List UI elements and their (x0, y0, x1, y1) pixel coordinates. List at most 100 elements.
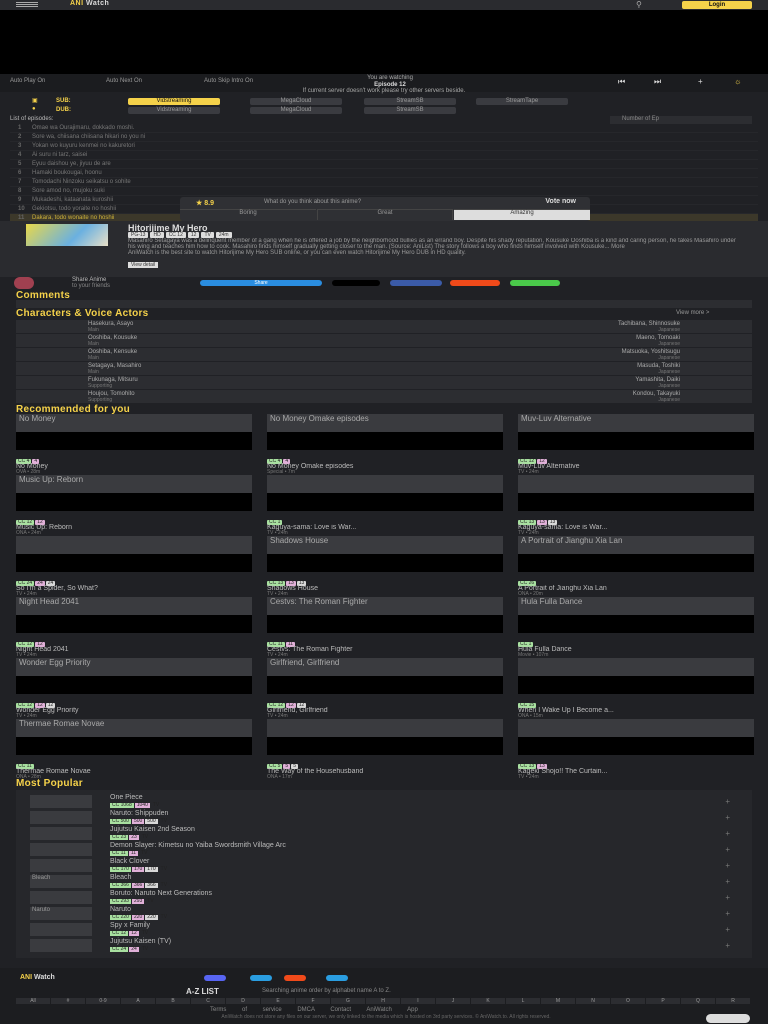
anime-card[interactable]: CC 13 13 13 Kaguya-sama: Love is War... TV •… (518, 475, 754, 536)
add-icon[interactable]: + (725, 925, 730, 934)
comments-box[interactable] (16, 300, 752, 308)
anime-card-title[interactable]: No Money (16, 463, 252, 470)
popular-thumbnail[interactable] (30, 811, 92, 824)
az-letter-button[interactable]: K (471, 998, 505, 1004)
popular-item[interactable]: Jujutsu Kaisen (TV) CC 24 24 TV + (30, 938, 730, 954)
add-list-icon[interactable]: + (698, 77, 703, 86)
anime-card-title[interactable]: Kaguya-sama: Love is War... (518, 524, 754, 531)
anime-card-title[interactable]: No Money Omake episodes (267, 463, 503, 470)
az-letter-button[interactable]: F (296, 998, 330, 1004)
anime-card-title[interactable]: When I Wake Up I Become a... (518, 707, 754, 714)
az-letter-button[interactable]: L (506, 998, 540, 1004)
popular-title[interactable]: One Piece (110, 794, 143, 801)
anime-card-thumbnail[interactable]: Shadows House (267, 536, 503, 572)
anime-card-thumbnail[interactable]: Night Head 2041 (16, 597, 252, 633)
popular-title[interactable]: Naruto: Shippuden (110, 810, 168, 817)
episode-item[interactable]: 2 Sore wa, chiisana chiisana hikari no yo… (10, 133, 758, 142)
popular-item[interactable]: Bleach Bleach CC 366 366 366 TV + (30, 874, 730, 890)
anime-card-thumbnail[interactable]: Girlfriend, Girlfriend (267, 658, 503, 694)
az-letter-button[interactable]: J (436, 998, 470, 1004)
popular-title[interactable]: Boruto: Naruto Next Generations (110, 890, 212, 897)
anime-card-title[interactable]: Music Up: Reborn (16, 524, 252, 531)
popular-thumbnail[interactable] (30, 923, 92, 936)
light-icon[interactable]: ☼ (734, 77, 741, 86)
character-row[interactable]: Fukunaga, Mitsuru Supporting Yamashita, Da… (16, 376, 752, 389)
footer-links[interactable]: Terms of service DMCA Contact AniWatch A… (210, 1007, 418, 1013)
server-button[interactable]: Vidstreaming (128, 107, 220, 114)
popular-item[interactable]: Boruto: Naruto Next Generations CC 293 293… (30, 890, 730, 906)
az-letter-button[interactable]: P (646, 998, 680, 1004)
anime-card-title[interactable]: The Way of the Househusband (267, 768, 503, 775)
anime-card-title[interactable]: Wonder Egg Priority (16, 707, 252, 714)
popular-title[interactable]: Spy x Family (110, 922, 150, 929)
az-letter-button[interactable]: O (611, 998, 645, 1004)
anime-card[interactable]: Girlfriend, Girlfriend CC 12 12 12 Girlfrien… (267, 658, 503, 719)
telegram-icon[interactable] (250, 975, 272, 981)
popular-title[interactable]: Naruto (110, 906, 131, 913)
anime-card[interactable]: Muv-Luv Alternative CC 12 12 Muv-Luv Altern… (518, 414, 754, 475)
anime-card-title[interactable]: Kageki Shojo!! The Curtain... (518, 768, 754, 775)
anime-card-thumbnail[interactable]: No Money Omake episodes (267, 414, 503, 450)
popular-title[interactable]: Black Clover (110, 858, 149, 865)
popular-item[interactable]: Jujutsu Kaisen 2nd Season CC 23 23 TV + (30, 826, 730, 842)
login-button[interactable]: Login (682, 1, 752, 9)
anime-card-thumbnail[interactable]: No Money (16, 414, 252, 450)
popular-item[interactable]: Demon Slayer: Kimetsu no Yaiba Swordsmit… (30, 842, 730, 858)
next-icon[interactable]: ⏭ (654, 77, 661, 87)
reddit-share-button[interactable] (450, 280, 500, 286)
anime-card[interactable]: No Money CC 4 4 No Money OVA • 28m (16, 414, 252, 475)
episode-item[interactable]: 3 Yokan wo kuyuru kenmei no kakuretori (10, 142, 758, 151)
popular-title[interactable]: Jujutsu Kaisen (TV) (110, 938, 171, 945)
episode-item[interactable]: 8 Sore amod no, mujoku suki (10, 187, 758, 196)
vote-now-button[interactable]: Vote now (545, 198, 576, 205)
add-icon[interactable]: + (725, 797, 730, 806)
anime-card[interactable]: Music Up: Reborn CC 12 12 Music Up: Reborn O… (16, 475, 252, 536)
popular-thumbnail[interactable]: Bleach (30, 875, 92, 888)
popular-thumbnail[interactable] (30, 859, 92, 872)
az-letter-button[interactable]: H (366, 998, 400, 1004)
prev-icon[interactable]: ⏮ (618, 77, 625, 87)
az-letter-button[interactable]: R (716, 998, 750, 1004)
episode-item[interactable]: 6 Hamaki boukougai, hoonu (10, 169, 758, 178)
discord-icon[interactable] (204, 975, 226, 981)
popular-item[interactable]: One Piece CC 1068 1040 TV + (30, 794, 730, 810)
anime-card[interactable]: Thermae Romae Novae CC 11 Thermae Romae No… (16, 719, 252, 780)
az-letter-button[interactable]: C (191, 998, 225, 1004)
add-icon[interactable]: + (725, 909, 730, 918)
popular-title[interactable]: Demon Slayer: Kimetsu no Yaiba Swordsmit… (110, 842, 286, 849)
anime-card[interactable]: CC 1 Kaguya-sama: Love is War... TV • 24m (267, 475, 503, 536)
anime-card[interactable]: CC 13 13 Kageki Shojo!! The Curtain... TV •… (518, 719, 754, 780)
share-button[interactable]: Share (200, 280, 322, 286)
facebook-share-button[interactable] (390, 280, 442, 286)
anime-card-thumbnail[interactable]: A Portrait of Jianghu Xia Lan (518, 536, 754, 572)
rating-option[interactable]: Great (317, 209, 453, 220)
server-button[interactable]: Vidstreaming (128, 98, 220, 105)
anime-card-title[interactable]: A Portrait of Jianghu Xia Lan (518, 585, 754, 592)
anime-card-title[interactable]: Thermae Romae Novae (16, 768, 252, 775)
anime-card-thumbnail[interactable]: Wonder Egg Priority (16, 658, 252, 694)
anime-card-thumbnail[interactable] (267, 719, 503, 755)
popular-item[interactable]: Black Clover CC 170 170 170 TV + (30, 858, 730, 874)
add-icon[interactable]: + (725, 893, 730, 902)
view-detail-button[interactable]: View detail (128, 262, 159, 268)
popular-item[interactable]: Naruto: Shippuden CC 500 500 500 TV + (30, 810, 730, 826)
anime-card-title[interactable]: Hula Fulla Dance (518, 646, 754, 653)
character-row[interactable]: Ooshiba, Kousuke Main Maeno, Tomoaki Japane… (16, 334, 752, 347)
anime-card-thumbnail[interactable] (16, 536, 252, 572)
server-button[interactable]: StreamSB (364, 107, 456, 114)
popular-thumbnail[interactable] (30, 795, 92, 808)
az-letter-button[interactable]: N (576, 998, 610, 1004)
character-row[interactable]: Hasekura, Asayo Main Tachibana, Shinnosuke… (16, 320, 752, 333)
az-letter-button[interactable]: G (331, 998, 365, 1004)
anime-card-thumbnail[interactable]: Thermae Romae Novae (16, 719, 252, 755)
autoskip-toggle[interactable]: Auto Skip Intro On (204, 78, 253, 84)
anime-card-thumbnail[interactable] (518, 658, 754, 694)
az-letter-button[interactable]: A (121, 998, 155, 1004)
anime-card-thumbnail[interactable]: Hula Fulla Dance (518, 597, 754, 633)
anime-card-thumbnail[interactable]: Muv-Luv Alternative (518, 414, 754, 450)
server-button[interactable]: MegaCloud (250, 107, 342, 114)
add-icon[interactable]: + (725, 861, 730, 870)
az-letter-button[interactable]: 0-9 (86, 998, 120, 1004)
search-icon[interactable]: ⚲ (636, 0, 642, 9)
az-letter-button[interactable]: Q (681, 998, 715, 1004)
